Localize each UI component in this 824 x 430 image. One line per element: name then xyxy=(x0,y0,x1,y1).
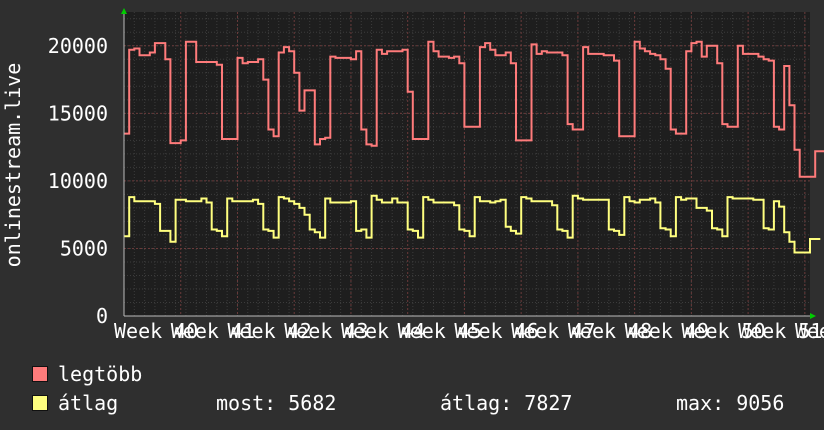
stat-max: max: 9056 xyxy=(676,391,785,415)
chart-window: 0 5000 10000 15000 20000 Week 40 Week 41 Week … xyxy=(0,0,824,430)
x-tick-label: Week 51 xyxy=(795,319,824,340)
y-axis-arrow-icon xyxy=(121,8,127,14)
y-tick-labels: 0 5000 10000 15000 20000 xyxy=(48,34,108,328)
y-tick-label: 0 xyxy=(96,304,108,328)
legend-label-avg: átlag xyxy=(58,391,119,415)
legend-swatch-avg xyxy=(32,395,48,411)
x-tick-labels: Week 40Week 41Week 42Week 43Week 44Week … xyxy=(114,319,824,340)
legend-label-max: legtöbb xyxy=(58,362,143,386)
y-tick-label: 5000 xyxy=(60,236,108,260)
y-tick-label: 10000 xyxy=(48,169,108,193)
legend-swatch-max xyxy=(32,366,48,382)
stat-average: átlag: 7827 xyxy=(440,391,573,415)
y-axis-label: onlinestream.live xyxy=(1,63,25,268)
line-chart: 0 5000 10000 15000 20000 Week 40Week 41Week … xyxy=(1,8,824,340)
stat-current: most: 5682 xyxy=(216,391,337,415)
y-tick-label: 15000 xyxy=(48,101,108,125)
y-tick-label: 20000 xyxy=(48,34,108,58)
